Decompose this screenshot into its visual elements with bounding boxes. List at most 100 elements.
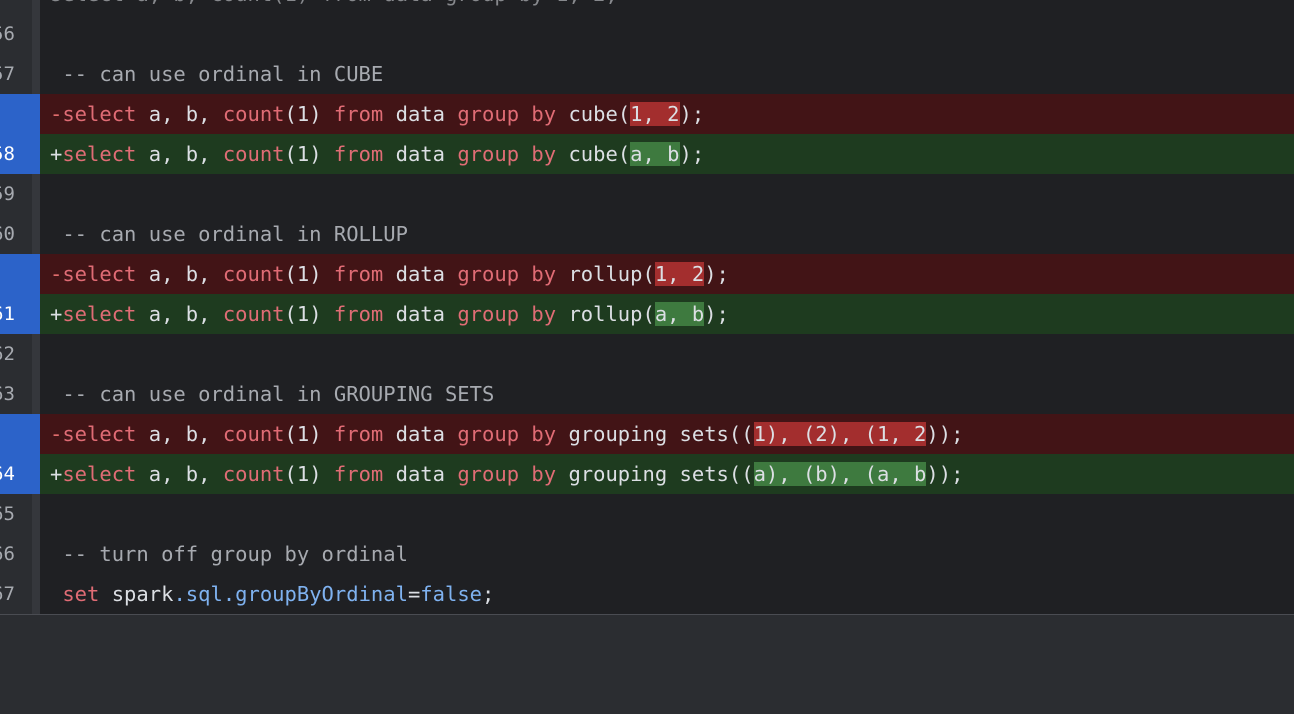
- code-comment: -- can use ordinal in GROUPING SETS: [50, 382, 495, 406]
- changed-text-highlight: a, b: [630, 142, 680, 166]
- sql-keyword: group: [457, 462, 520, 486]
- changed-text-highlight: a), (b), (a, b: [753, 462, 927, 486]
- minus-sign: -: [50, 422, 63, 446]
- plus-sign: +: [50, 142, 63, 166]
- sql-text: data: [395, 462, 445, 486]
- code-line: +select a, b, count(1) from data group b…: [40, 134, 1294, 174]
- diff-line-added: 61 +select a, b, count(1) from data group…: [0, 294, 1294, 334]
- sql-keyword: select: [62, 142, 137, 166]
- sql-keyword: by: [531, 302, 557, 326]
- line-number: 60: [0, 223, 15, 245]
- sql-text: ,: [161, 102, 186, 126]
- line-number: 67: [0, 583, 15, 605]
- sql-text: (1): [284, 142, 334, 166]
- sql-text: a: [148, 302, 162, 326]
- sql-keyword: by: [531, 102, 557, 126]
- sql-keyword: from: [333, 302, 384, 326]
- sql-keyword: group: [457, 102, 520, 126]
- line-number: 59: [0, 183, 15, 205]
- code-line: -- turn off group by ordinal: [40, 534, 1294, 574]
- sql-keyword: select: [62, 422, 137, 446]
- line-number: 63: [0, 383, 15, 405]
- sql-text: data: [395, 422, 445, 446]
- diff-line-context: 62: [0, 334, 1294, 374]
- sql-text: cube: [568, 142, 618, 166]
- sql-function: count: [222, 462, 285, 486]
- sql-text: rollup: [568, 302, 643, 326]
- line-number: 62: [0, 343, 15, 365]
- sql-text: a: [148, 422, 162, 446]
- code-line: +select a, b, count(1) from data group b…: [40, 454, 1294, 494]
- diff-line-context: 67 set spark.sql.groupByOrdinal=false;: [0, 574, 1294, 614]
- sql-function: count: [222, 102, 285, 126]
- line-number: [0, 414, 32, 454]
- sql-keyword: from: [333, 422, 384, 446]
- sql-text: );: [704, 262, 729, 286]
- sql-function: count: [222, 142, 285, 166]
- minus-sign: -: [50, 262, 63, 286]
- sql-text: ));: [926, 462, 964, 486]
- sql-keyword: from: [333, 102, 384, 126]
- code-line: -select a, b, count(1) from data group b…: [40, 414, 1294, 454]
- diff-line-context: 57 -- can use ordinal in CUBE: [0, 54, 1294, 94]
- sql-text: (1): [284, 302, 334, 326]
- sql-text: b: [185, 142, 199, 166]
- changed-text-highlight: 1, 2: [630, 102, 680, 126]
- sql-text: data: [395, 262, 445, 286]
- sql-text: data: [395, 102, 445, 126]
- plus-sign: +: [50, 302, 63, 326]
- sql-text: ,: [198, 102, 223, 126]
- sql-function: count: [222, 302, 285, 326]
- diff-line-context: 63 -- can use ordinal in GROUPING SETS: [0, 374, 1294, 414]
- sql-text: );: [679, 142, 705, 166]
- sql-keyword: group: [457, 142, 520, 166]
- line-number: 64: [0, 463, 15, 485]
- line-number: [0, 254, 32, 294]
- sql-text: (: [642, 262, 655, 286]
- sql-text: ,: [161, 302, 186, 326]
- sql-text: ,: [161, 422, 186, 446]
- sql-text: b: [185, 422, 199, 446]
- sql-text: cube: [568, 102, 618, 126]
- sql-text: (: [642, 302, 655, 326]
- line-number: 57: [0, 63, 15, 85]
- sql-text: grouping: [568, 462, 668, 486]
- sql-text: ));: [926, 422, 964, 446]
- sql-text: a: [148, 142, 162, 166]
- sql-text: (1): [284, 262, 334, 286]
- sql-text: b: [185, 302, 199, 326]
- line-number: [0, 94, 32, 134]
- minus-sign: -: [50, 102, 63, 126]
- sql-text: ((: [728, 462, 754, 486]
- sql-text: ((: [728, 422, 754, 446]
- sql-text: ,: [161, 262, 186, 286]
- sql-text: (: [617, 142, 631, 166]
- sql-text: b: [185, 462, 199, 486]
- diff-line-context: 56: [0, 14, 1294, 54]
- sql-keyword: select: [62, 102, 137, 126]
- sql-text: b: [185, 262, 199, 286]
- line-number: 56: [0, 23, 15, 45]
- sql-text: ,: [198, 422, 223, 446]
- diff-line-context: 65: [0, 494, 1294, 534]
- sql-text: (1): [284, 422, 334, 446]
- code-line: set spark.sql.groupByOrdinal=false;: [40, 574, 1294, 614]
- sql-text: (1): [284, 102, 334, 126]
- sql-text: ,: [161, 462, 186, 486]
